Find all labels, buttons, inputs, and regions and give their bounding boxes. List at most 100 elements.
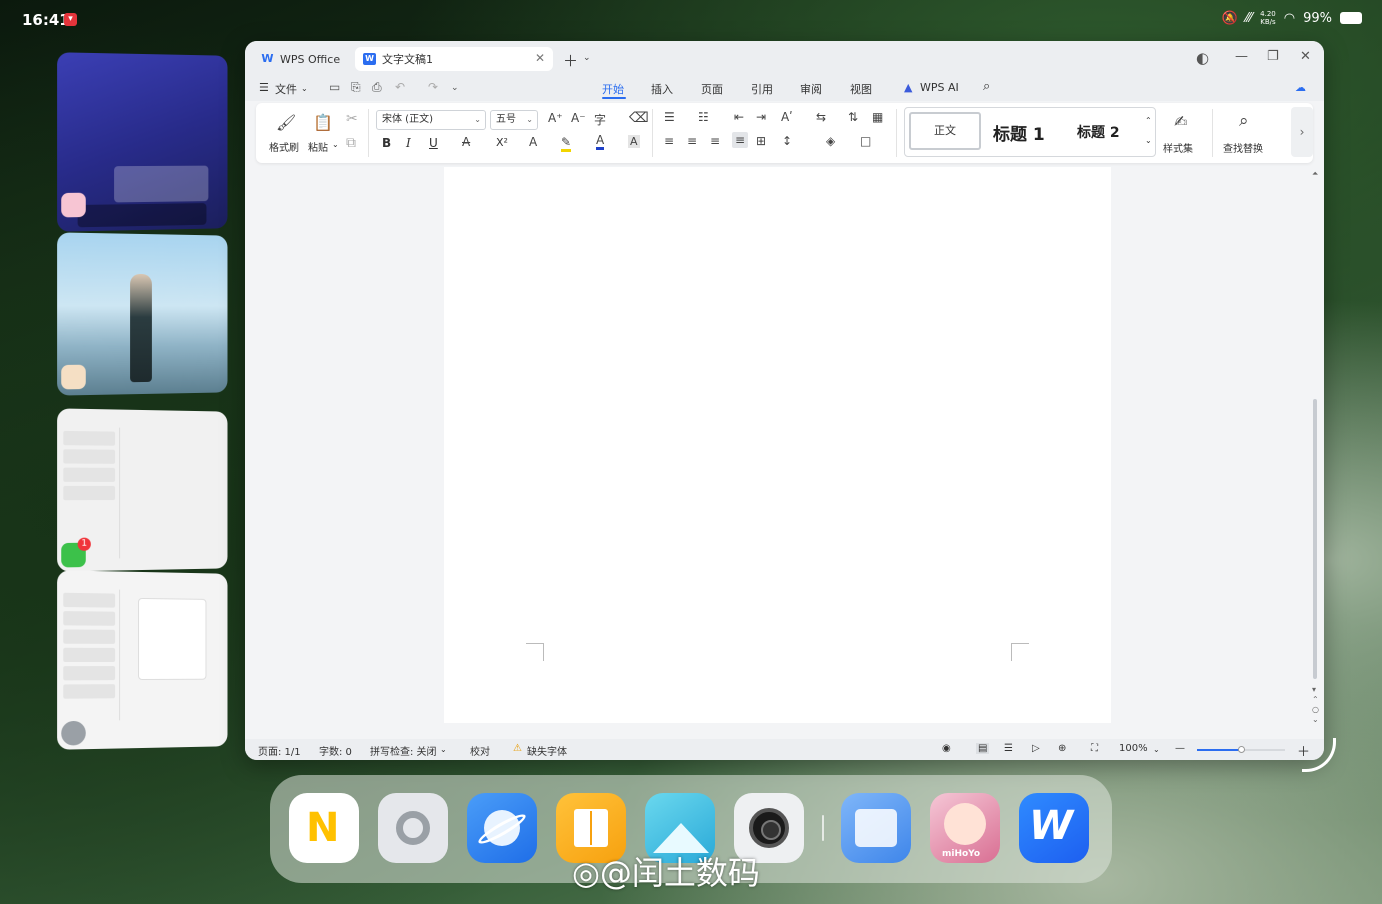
missing-font-button[interactable]: 缺失字体 xyxy=(527,743,567,758)
zoom-level[interactable]: 100% xyxy=(1119,743,1148,754)
recent-app-card-game-2[interactable] xyxy=(57,232,228,396)
resize-handle[interactable] xyxy=(1302,738,1336,772)
phonetic-guide-icon[interactable]: 字 xyxy=(594,111,606,128)
char-shading-icon[interactable]: A xyxy=(628,135,640,148)
increase-font-icon[interactable]: A⁺ xyxy=(548,111,563,125)
files-app-icon[interactable] xyxy=(841,793,911,863)
minimize-icon[interactable]: — xyxy=(1235,49,1248,64)
close-icon[interactable]: ✕ xyxy=(535,51,545,65)
bold-button[interactable]: B xyxy=(382,136,391,150)
play-icon[interactable]: ▷ xyxy=(1032,743,1040,754)
paste-icon[interactable]: 📋 xyxy=(313,113,333,132)
save-icon[interactable]: ▭ xyxy=(329,80,340,94)
find-replace-button[interactable]: 查找替换 xyxy=(1223,140,1263,155)
copy-icon[interactable]: ⧉ xyxy=(346,135,356,151)
border-icon[interactable]: □ xyxy=(860,134,871,148)
text-effect-icon[interactable]: A xyxy=(529,135,537,149)
outline-view-icon[interactable]: ☰ xyxy=(1004,743,1013,754)
account-icon[interactable]: ◐ xyxy=(1196,49,1209,67)
underline-button[interactable]: U xyxy=(429,136,438,150)
align-center-icon[interactable]: ≡ xyxy=(687,134,697,148)
redo-icon[interactable]: ↷ xyxy=(428,80,438,94)
zoom-slider-handle[interactable] xyxy=(1238,746,1245,753)
file-menu[interactable]: 文件 xyxy=(275,81,297,97)
format-painter-icon[interactable]: 🖌 xyxy=(276,113,296,132)
decrease-indent-icon[interactable]: ⇤ xyxy=(734,110,744,124)
notes-app-icon[interactable]: N xyxy=(289,793,359,863)
style-heading-1[interactable]: 标题 1 xyxy=(993,120,1045,145)
justify-icon[interactable]: ≡ xyxy=(732,132,749,148)
chevron-up-icon[interactable]: ⌃ xyxy=(1145,116,1152,125)
eye-protect-icon[interactable]: ◉ xyxy=(942,743,951,754)
decrease-font-icon[interactable]: A⁻ xyxy=(571,111,586,125)
paste-button[interactable]: 粘贴 xyxy=(308,139,328,154)
chevron-down-icon[interactable]: ⌄ xyxy=(332,140,339,149)
search-icon[interactable]: ⌕ xyxy=(983,79,990,94)
style-heading-2[interactable]: 标题 2 xyxy=(1077,122,1120,142)
numbered-list-icon[interactable]: ☷ xyxy=(698,110,709,124)
add-tab-icon[interactable]: ＋ xyxy=(563,50,578,71)
vertical-scrollbar[interactable] xyxy=(1313,399,1317,679)
chevron-down-icon[interactable]: ⌄ xyxy=(583,53,591,63)
tab-home[interactable]: 开始 xyxy=(602,81,624,97)
style-set-icon[interactable]: ✍ xyxy=(1174,112,1187,131)
table-icon[interactable]: ▦ xyxy=(872,110,883,124)
spell-check-toggle[interactable]: 拼写检查: 关闭 xyxy=(370,743,437,758)
tab-document[interactable]: W 文字文稿1 ✕ xyxy=(355,47,553,71)
wps-ai-button[interactable]: WPS AI xyxy=(920,81,959,94)
sort-az-icon[interactable]: ⇅ xyxy=(848,110,858,124)
align-right-icon[interactable]: ≡ xyxy=(710,134,720,148)
document-page[interactable] xyxy=(444,167,1111,723)
export-icon[interactable]: ⎘ xyxy=(351,80,361,95)
close-window-icon[interactable]: ✕ xyxy=(1300,49,1311,64)
chevron-down-icon[interactable]: ⌄ xyxy=(440,745,447,754)
line-spacing-icon[interactable]: ↕ xyxy=(782,134,792,148)
print-icon[interactable]: ⎙ xyxy=(372,80,382,95)
superscript-button[interactable]: X² xyxy=(496,136,508,149)
game-app-icon[interactable]: miHoYo xyxy=(930,793,1000,863)
shading-icon[interactable]: ◈ xyxy=(826,134,835,148)
chevron-down-icon[interactable]: ⌄ xyxy=(1145,136,1152,145)
restore-icon[interactable]: ❐ xyxy=(1267,49,1279,64)
cloud-upload-icon[interactable]: ☁ xyxy=(1295,81,1306,94)
font-color-icon[interactable]: A xyxy=(596,133,605,150)
tab-view[interactable]: 视图 xyxy=(850,81,872,97)
page-nav-icons[interactable]: ▾ ⌃ ○ ⌄ xyxy=(1312,685,1319,725)
settings-app-icon[interactable] xyxy=(378,793,448,863)
recent-app-card-game-1[interactable] xyxy=(57,52,228,232)
find-icon[interactable]: ⌕ xyxy=(1239,111,1249,131)
tab-page[interactable]: 页面 xyxy=(701,81,723,97)
font-size-select[interactable]: 五号 ⌄ xyxy=(490,110,538,130)
recent-app-card-settings[interactable] xyxy=(57,570,228,750)
undo-icon[interactable]: ↶ xyxy=(395,80,405,94)
format-painter-button[interactable]: 格式刷 xyxy=(269,139,299,154)
italic-button[interactable]: I xyxy=(406,136,411,150)
word-count[interactable]: 字数: 0 xyxy=(319,743,352,758)
chevron-down-icon[interactable]: ⌄ xyxy=(451,83,459,93)
wps-app-icon[interactable]: W xyxy=(1019,793,1089,863)
zoom-out-icon[interactable]: — xyxy=(1175,743,1185,754)
tab-references[interactable]: 引用 xyxy=(751,81,773,97)
fit-screen-icon[interactable]: ⛶ xyxy=(1091,743,1098,754)
style-normal[interactable]: 正文 xyxy=(909,112,981,150)
proofread-button[interactable]: 校对 xyxy=(470,743,490,758)
sort-icon[interactable]: ⇆ xyxy=(816,110,826,124)
scroll-up-icon[interactable]: ⏶ xyxy=(1312,169,1318,179)
menu-icon[interactable]: ☰ xyxy=(259,81,269,94)
distributed-align-icon[interactable]: ⊞ xyxy=(756,134,766,148)
clear-format-icon[interactable]: ⌫ xyxy=(629,110,649,126)
style-set-button[interactable]: 样式集 xyxy=(1163,140,1193,155)
chevron-down-icon[interactable]: ⌄ xyxy=(301,84,308,93)
increase-indent-icon[interactable]: ⇥ xyxy=(756,110,766,124)
recent-app-card-wechat[interactable]: 1 xyxy=(57,408,228,572)
cut-icon[interactable]: ✂ xyxy=(346,111,358,127)
chevron-down-icon[interactable]: ⌄ xyxy=(1153,745,1160,754)
align-left-icon[interactable]: ≡ xyxy=(664,134,674,148)
page-view-icon[interactable]: ▤ xyxy=(976,743,990,754)
browser-app-icon[interactable] xyxy=(467,793,537,863)
highlight-icon[interactable]: ✎ xyxy=(561,135,572,152)
strikethrough-icon[interactable]: A xyxy=(462,135,470,149)
tab-insert[interactable]: 插入 xyxy=(651,81,673,97)
ribbon-scroll-right[interactable]: › xyxy=(1291,107,1313,157)
text-direction-icon[interactable]: Aʹ xyxy=(781,110,793,124)
